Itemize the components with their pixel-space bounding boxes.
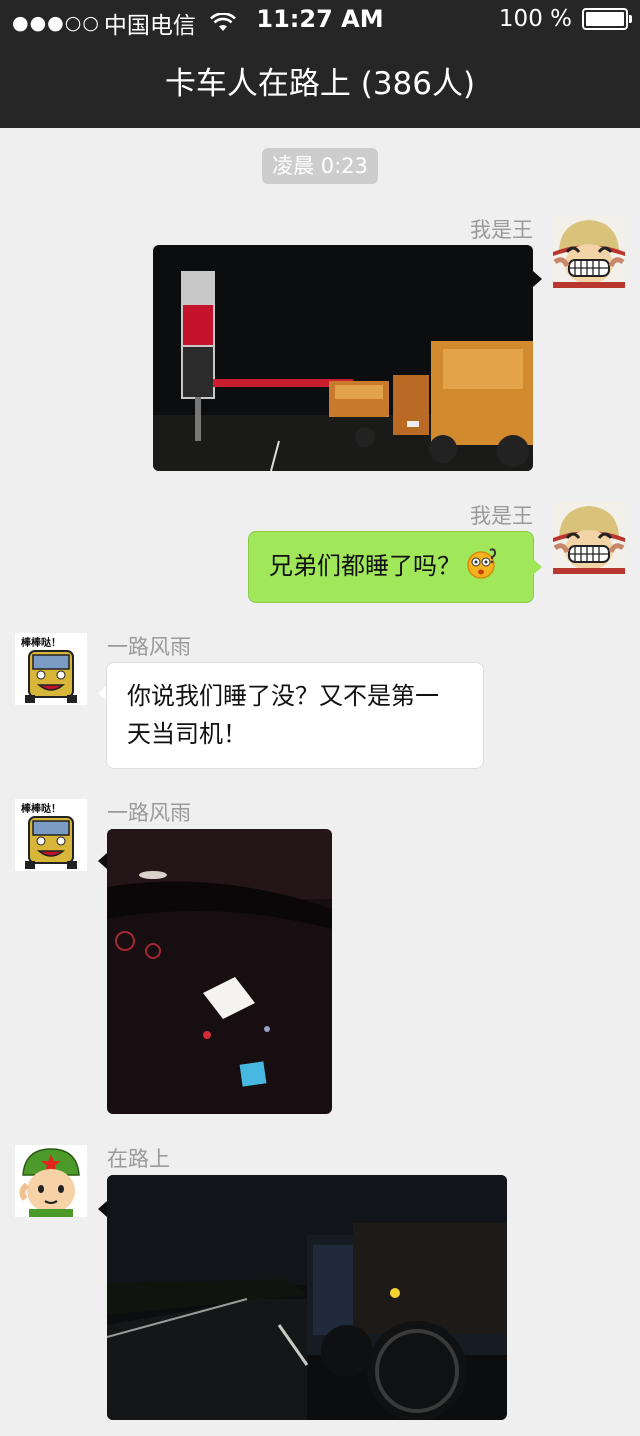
sender-name: 我是王 [470,218,533,242]
dizzy-face-emoji-icon [467,548,497,579]
image-message-truck-dashboard[interactable] [107,829,332,1114]
sender-name: 一路风雨 [107,801,191,825]
bubble-tail [98,1201,107,1217]
truck-cartoon-avatar[interactable]: 棒棒哒！ [15,633,87,705]
truck-cartoon-avatar[interactable]: 棒棒哒！ [15,799,87,871]
sender-name: 一路风雨 [107,635,191,659]
avatar-caption: 棒棒哒！ [21,636,61,649]
image-message-night-road[interactable] [107,1175,507,1420]
text-message-bubble[interactable]: 兄弟们都睡了吗？ [248,531,534,603]
avatar-caption: 棒棒哒！ [21,802,61,815]
sender-name: 我是王 [470,504,533,528]
bubble-tail [98,853,107,869]
message-text: 兄弟们都睡了吗？ [269,552,461,580]
text-message-bubble[interactable]: 你说我们睡了没？又不是第一 天当司机！ [106,662,484,769]
bubble-tail [533,559,542,575]
soldier-cartoon-avatar[interactable] [15,1145,87,1217]
battery-percent: 100 % [498,6,572,32]
status-bar: ●●●○○ 中国电信 11:27 AM 100 % [0,0,640,40]
luffy-avatar[interactable] [553,502,625,574]
image-message-gas-station[interactable] [153,245,533,471]
message-text-line: 你说我们睡了没？又不是第一 [127,682,439,710]
chat-title[interactable]: 卡车人在路上 (386人) [0,40,640,128]
message-text-line: 天当司机！ [127,720,247,748]
battery-icon [582,8,632,30]
bubble-tail [533,271,542,287]
luffy-avatar[interactable] [553,216,625,288]
sender-name: 在路上 [107,1147,170,1171]
message-timestamp: 凌晨 0:23 [262,148,378,184]
